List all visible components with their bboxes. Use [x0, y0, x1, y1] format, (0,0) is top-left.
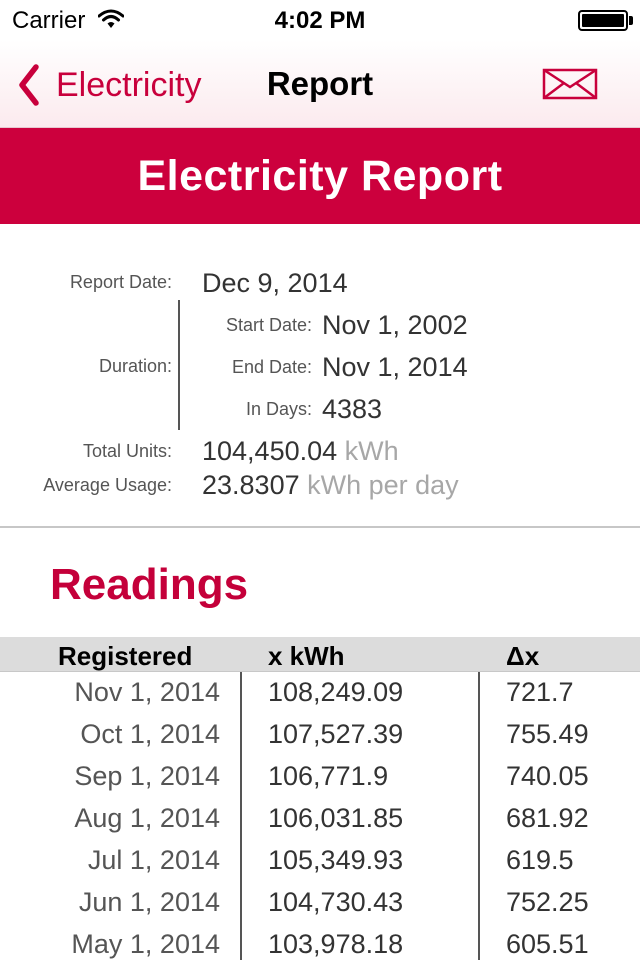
reading-delta: 619.5 [506, 845, 574, 875]
reading-delta: 752.25 [506, 887, 589, 917]
in-days-value: 4383 [322, 394, 383, 424]
banner-title: Electricity Report [137, 151, 503, 200]
table-row[interactable]: Nov 1, 2014 108,249.09 721.7 [0, 672, 640, 714]
reading-kwh: 103,978.18 [268, 929, 404, 959]
battery-tip [629, 16, 633, 25]
reading-date: Sep 1, 2014 [74, 761, 220, 791]
readings-table-header: Registered x kWh Δx [0, 637, 640, 672]
start-date-label: Start Date: [225, 315, 312, 335]
table-row[interactable]: May 1, 2014 103,978.18 605.51 [0, 924, 640, 960]
mail-icon[interactable] [542, 68, 598, 100]
reading-kwh: 107,527.39 [268, 719, 404, 749]
reading-delta: 755.49 [506, 719, 589, 749]
readings-title: Readings [50, 560, 249, 609]
status-bar: Carrier 4:02 PM [0, 0, 640, 40]
reading-date: Aug 1, 2014 [74, 803, 220, 833]
column-header-delta: Δx [506, 641, 540, 671]
average-usage-label: Average Usage: [43, 475, 172, 495]
reading-kwh: 104,730.43 [268, 887, 404, 917]
table-row[interactable]: Jul 1, 2014 105,349.93 619.5 [0, 840, 640, 882]
reading-delta: 681.92 [506, 803, 589, 833]
reading-date: Nov 1, 2014 [74, 677, 220, 707]
column-header-kwh: x kWh [268, 641, 345, 671]
average-usage-unit: kWh per day [307, 470, 459, 500]
table-row[interactable]: Jun 1, 2014 104,730.43 752.25 [0, 882, 640, 924]
reading-kwh: 105,349.93 [268, 845, 404, 875]
in-days-label: In Days: [245, 399, 312, 419]
readings-table[interactable]: Nov 1, 2014 108,249.09 721.7 Oct 1, 2014… [0, 672, 640, 960]
reading-kwh: 106,031.85 [268, 803, 404, 833]
start-date-value: Nov 1, 2002 [322, 310, 468, 340]
reading-kwh: 108,249.09 [268, 677, 404, 707]
table-row[interactable]: Sep 1, 2014 106,771.9 740.05 [0, 756, 640, 798]
status-time: 4:02 PM [274, 7, 366, 34]
total-units-unit: kWh [344, 436, 399, 466]
end-date-label: End Date: [231, 357, 312, 377]
column-header-registered: Registered [58, 641, 193, 671]
reading-date: Jun 1, 2014 [78, 887, 220, 917]
average-usage-value: 23.8307 [202, 470, 300, 500]
table-row[interactable]: Aug 1, 2014 106,031.85 681.92 [0, 798, 640, 840]
reading-kwh: 106,771.9 [268, 761, 389, 791]
reading-date: May 1, 2014 [71, 929, 220, 959]
reading-date: Oct 1, 2014 [80, 719, 220, 749]
report-banner: Electricity Report [0, 128, 640, 224]
duration-label: Duration: [98, 356, 172, 376]
total-units-value: 104,450.04 [202, 436, 338, 466]
report-date-label: Report Date: [69, 272, 172, 292]
average-usage-row: 23.8307 kWh per day [202, 470, 459, 501]
table-row[interactable]: Oct 1, 2014 107,527.39 755.49 [0, 714, 640, 756]
total-units-label: Total Units: [82, 441, 172, 461]
report-date-value: Dec 9, 2014 [202, 268, 348, 298]
battery-icon [578, 10, 628, 31]
reading-delta: 740.05 [506, 761, 589, 791]
navigation-bar: Electricity Report [0, 40, 640, 128]
reading-date: Jul 1, 2014 [87, 845, 220, 875]
section-divider [0, 526, 640, 528]
reading-delta: 605.51 [506, 929, 589, 959]
duration-bracket [178, 300, 180, 430]
reading-delta: 721.7 [506, 677, 574, 707]
total-units-row: 104,450.04 kWh [202, 436, 399, 467]
end-date-value: Nov 1, 2014 [322, 352, 468, 382]
